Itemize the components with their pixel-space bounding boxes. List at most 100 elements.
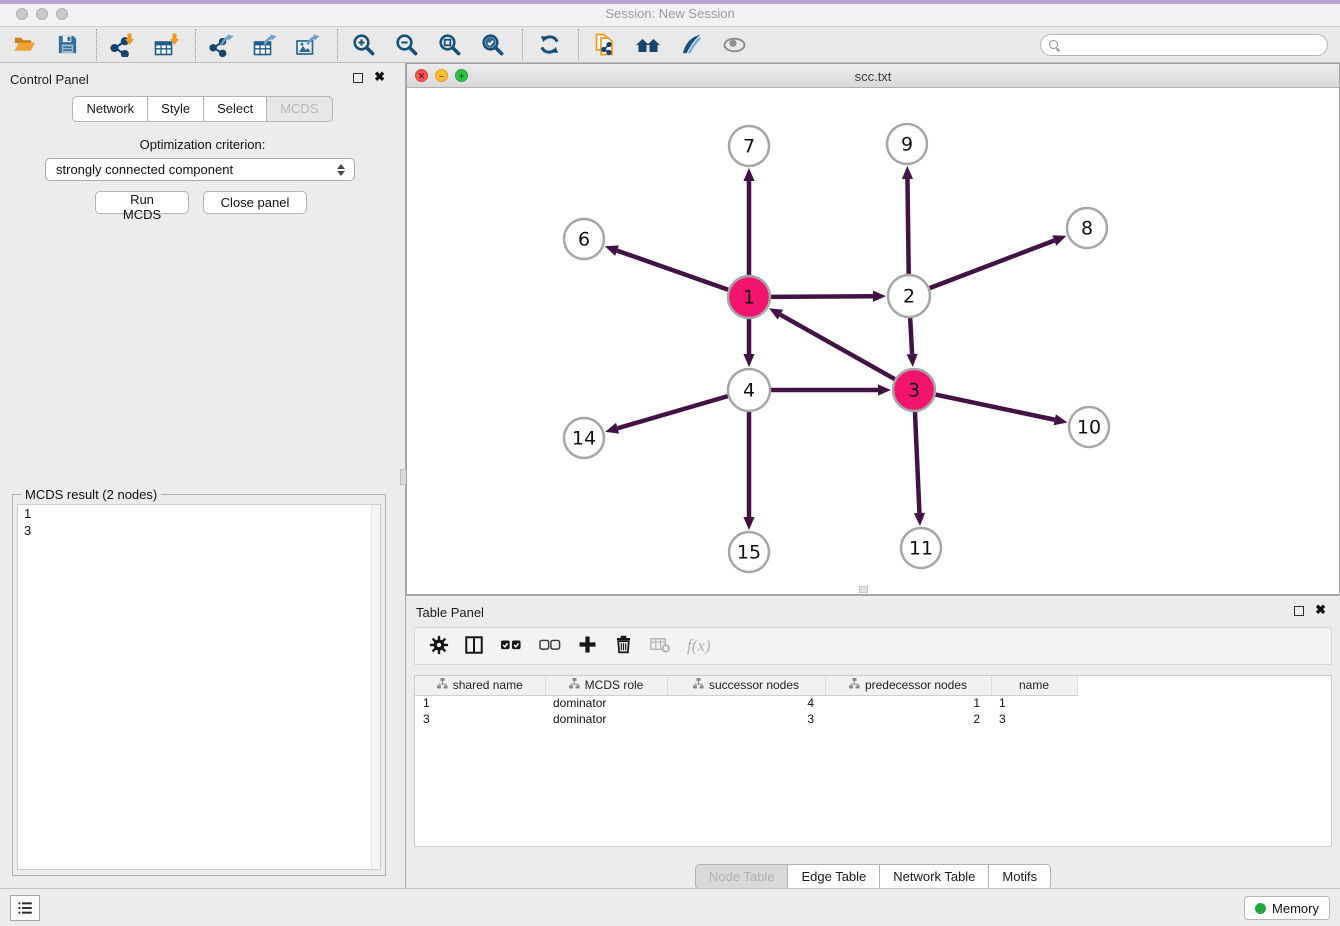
result-scrollbar[interactable]: [371, 505, 380, 869]
close-panel-icon[interactable]: ✖: [374, 70, 385, 84]
split-pane-button[interactable]: [464, 635, 484, 658]
graph-edge-2-8[interactable]: [930, 235, 1067, 288]
graph-node-2[interactable]: 2: [888, 275, 930, 317]
function-builder-button: f(x): [687, 636, 711, 656]
graph-edge-4-14[interactable]: [605, 396, 728, 433]
graph-node-11[interactable]: 11: [901, 528, 941, 568]
toolbar-divider: [195, 29, 196, 61]
table-cell[interactable]: 3: [667, 711, 825, 727]
tab-style[interactable]: Style: [148, 96, 204, 122]
clone-network-icon: [593, 33, 617, 57]
graph-edge-3-10[interactable]: [936, 395, 1068, 426]
apply-layout-button[interactable]: [533, 30, 565, 60]
graph-edge-1-2[interactable]: [771, 291, 886, 302]
table-cell[interactable]: dominator: [545, 695, 667, 711]
select-all-columns-button[interactable]: [499, 635, 523, 658]
graph-edge-1-4[interactable]: [743, 319, 754, 367]
zoom-in-button[interactable]: [348, 30, 380, 60]
tab-node-table[interactable]: Node Table: [695, 864, 789, 890]
create-column-button[interactable]: [577, 634, 598, 658]
graph-node-15[interactable]: 15: [729, 532, 769, 572]
search-input[interactable]: [1058, 36, 1327, 54]
graph-node-14[interactable]: 14: [564, 418, 604, 458]
export-image-button[interactable]: [292, 30, 324, 60]
table-cell[interactable]: dominator: [545, 711, 667, 727]
delete-table-button: [649, 634, 672, 658]
criterion-dropdown[interactable]: strongly connected component: [45, 158, 355, 181]
delete-column-button[interactable]: [613, 634, 634, 658]
import-network-button[interactable]: [107, 30, 139, 60]
graph-edge-3-11[interactable]: [914, 412, 925, 526]
table-settings-button[interactable]: [429, 635, 449, 658]
search-box[interactable]: [1040, 34, 1328, 56]
float-panel-icon[interactable]: [353, 73, 363, 83]
table-cell[interactable]: 3: [415, 711, 545, 727]
graph-node-10[interactable]: 10: [1069, 407, 1109, 447]
table-cell[interactable]: 2: [825, 711, 991, 727]
column-header-predecessor-nodes[interactable]: predecessor nodes: [825, 676, 991, 695]
graph-edge-2-3[interactable]: [906, 318, 917, 367]
graph-node-9[interactable]: 9: [887, 124, 927, 164]
table-row[interactable]: 3dominator323: [415, 711, 1077, 727]
table-cell[interactable]: 3: [991, 711, 1077, 727]
visual-style-button[interactable]: [675, 30, 707, 60]
table-row[interactable]: 1dominator411: [415, 695, 1077, 711]
graph-node-8[interactable]: 8: [1067, 208, 1107, 248]
horizontal-splitter-handle[interactable]: [859, 586, 868, 593]
memory-label: Memory: [1272, 901, 1319, 916]
network-canvas[interactable]: 7 9 6 8 1 2 4 3 14 10 15 11: [407, 88, 1339, 594]
column-header-shared-name[interactable]: shared name: [415, 676, 545, 695]
open-session-button[interactable]: [8, 30, 40, 60]
import-table-button[interactable]: [150, 30, 182, 60]
table-cell[interactable]: 1: [825, 695, 991, 711]
table-cell[interactable]: 1: [991, 695, 1077, 711]
network-window-titlebar[interactable]: ✕ – + scc.txt: [407, 64, 1339, 88]
tab-motifs[interactable]: Motifs: [989, 864, 1051, 890]
graph-edge-4-3[interactable]: [771, 384, 891, 395]
task-list-icon: [16, 899, 34, 917]
save-session-button[interactable]: [51, 30, 83, 60]
tab-network-table[interactable]: Network Table: [880, 864, 989, 890]
tab-mcds[interactable]: MCDS: [267, 96, 332, 122]
zoom-fit-button[interactable]: [434, 30, 466, 60]
column-header-name[interactable]: name: [991, 676, 1077, 695]
graph-edge-4-15[interactable]: [743, 412, 754, 530]
network-graph[interactable]: 7 9 6 8 1 2 4 3 14 10 15 11: [407, 88, 1339, 594]
tab-edge-table[interactable]: Edge Table: [788, 864, 880, 890]
delete-column-icon: [613, 634, 634, 658]
clone-network-button[interactable]: [589, 30, 621, 60]
graph-edge-2-9[interactable]: [902, 166, 913, 274]
close-panel-button[interactable]: Close panel: [203, 191, 307, 214]
mcds-result-list[interactable]: 13: [17, 504, 381, 870]
unselect-all-columns-button[interactable]: [538, 635, 562, 658]
export-network-button[interactable]: [206, 30, 238, 60]
graph-node-7[interactable]: 7: [729, 126, 769, 166]
run-mcds-button[interactable]: Run MCDS: [95, 191, 189, 214]
control-panel-header: Control Panel ✖: [0, 63, 405, 91]
task-history-button[interactable]: [10, 895, 40, 921]
float-table-panel-icon[interactable]: [1294, 606, 1304, 616]
zoom-out-button[interactable]: [391, 30, 423, 60]
toolbar-divider: [522, 29, 523, 61]
graph-edge-3-1[interactable]: [769, 308, 895, 379]
graph-edge-1-6[interactable]: [605, 245, 728, 289]
graph-node-3[interactable]: 3: [893, 369, 935, 411]
tab-network[interactable]: Network: [72, 96, 148, 122]
nested-network-button[interactable]: [632, 30, 664, 60]
column-header-MCDS-role[interactable]: MCDS role: [545, 676, 667, 695]
graph-node-6[interactable]: 6: [564, 219, 604, 259]
graph-edge-1-7[interactable]: [743, 168, 754, 275]
table-cell[interactable]: 1: [415, 695, 545, 711]
memory-button[interactable]: Memory: [1244, 896, 1330, 920]
graph-node-1[interactable]: 1: [728, 276, 770, 318]
graph-node-4[interactable]: 4: [728, 369, 770, 411]
close-table-panel-icon[interactable]: ✖: [1315, 603, 1326, 617]
graphics-details-button[interactable]: [718, 30, 750, 60]
control-panel-tabs: NetworkStyleSelectMCDS: [0, 96, 405, 122]
tab-select[interactable]: Select: [204, 96, 267, 122]
sort-tree-icon: [437, 678, 448, 692]
column-header-successor-nodes[interactable]: successor nodes: [667, 676, 825, 695]
table-cell[interactable]: 4: [667, 695, 825, 711]
export-table-button[interactable]: [249, 30, 281, 60]
zoom-selected-button[interactable]: [477, 30, 509, 60]
